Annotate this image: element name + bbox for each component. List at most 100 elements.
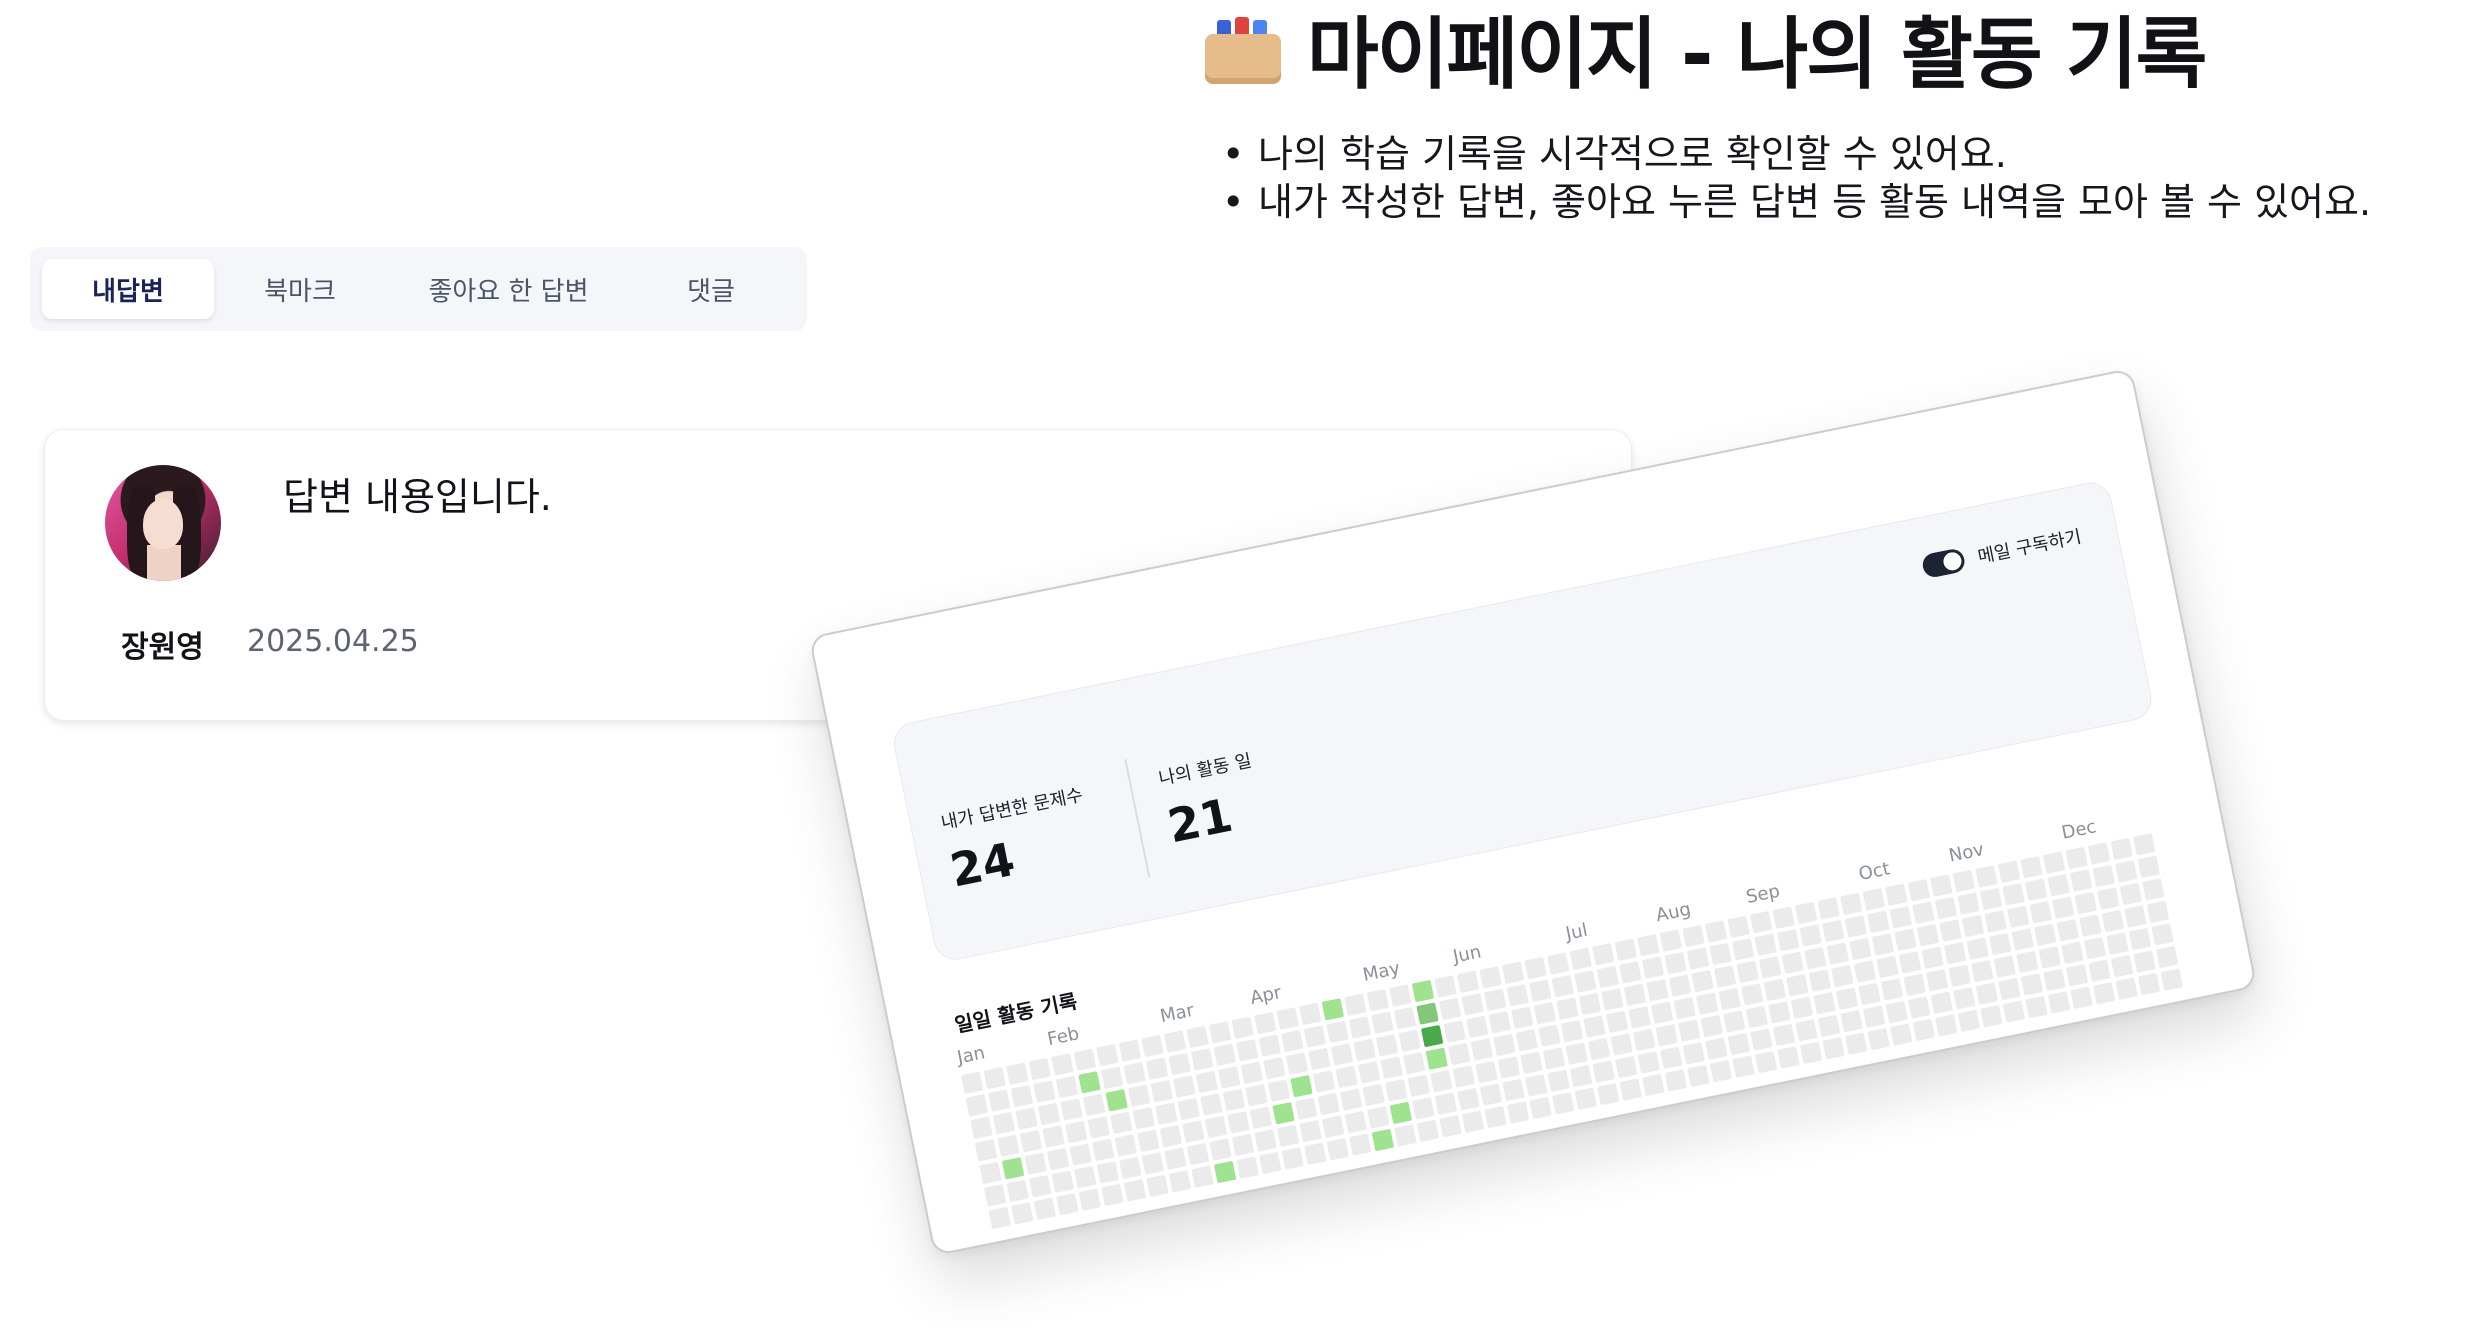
- heatmap-day-cell: [1394, 1124, 1417, 1147]
- heatmap-day-cell: [1871, 933, 1895, 956]
- heatmap-day-cell: [1231, 1133, 1255, 1157]
- heatmap-day-cell: [1705, 1037, 1728, 1060]
- heatmap-day-cell: [1231, 1016, 1254, 1039]
- heatmap-day-cell: [1366, 988, 1390, 1012]
- heatmap-day-cell: [1885, 883, 1908, 906]
- mail-subscribe-toggle[interactable]: 메일 구독하기: [1920, 522, 2083, 580]
- heatmap-day-cell: [1547, 1069, 1570, 1092]
- heatmap-day-cell: [1907, 878, 1931, 902]
- heatmap-day-cell: [1276, 1007, 1299, 1030]
- heatmap-day-cell: [1416, 1002, 1439, 1025]
- heatmap-day-cell: [1515, 1029, 1539, 1052]
- heatmap-day-cell: [1988, 932, 2012, 956]
- tab-bookmarks[interactable]: 북마크: [214, 259, 386, 319]
- heatmap-day-cell: [997, 1134, 1020, 1157]
- heatmap-day-cell: [1006, 1179, 1029, 1203]
- heatmap-day-cell: [1953, 987, 1976, 1010]
- heatmap-day-cell: [1998, 977, 2021, 1001]
- heatmap-day-cell: [2128, 927, 2152, 951]
- heatmap-day-cell: [1348, 1016, 1372, 1039]
- heatmap-day-cell: [1984, 910, 2007, 933]
- month-label: Oct: [1856, 858, 1892, 886]
- heatmap-day-cell: [1750, 1028, 1773, 1051]
- heatmap-day-cell: [2124, 905, 2147, 928]
- heatmap-day-cell: [2119, 882, 2143, 906]
- subscribe-label: 메일 구독하기: [1976, 526, 2084, 568]
- heatmap-day-cell: [1024, 1152, 1047, 1175]
- heatmap-day-cell: [1100, 1066, 1124, 1089]
- heatmap-day-cell: [1524, 1074, 1548, 1097]
- heatmap-day-cell: [2079, 914, 2102, 937]
- heatmap-day-cell: [1190, 1048, 1214, 1071]
- heatmap-day-cell: [1227, 1111, 1250, 1134]
- heatmap-day-cell: [1727, 915, 1750, 939]
- heatmap-day-cell: [1628, 1006, 1651, 1029]
- description-list: • 나의 학습 기록을 시각적으로 확인할 수 있어요. • 내가 작성한 답변…: [1222, 130, 2371, 226]
- toggle-switch[interactable]: [1920, 547, 1967, 580]
- month-label: Jul: [1563, 919, 1590, 945]
- tab-my-answers[interactable]: 내답변: [42, 259, 214, 319]
- heatmap-day-cell: [1466, 1015, 1489, 1039]
- heatmap-day-cell: [1646, 979, 1669, 1002]
- heatmap-day-cell: [970, 1116, 993, 1140]
- heatmap-day-cell: [1957, 1009, 1981, 1032]
- heatmap-day-cell: [1299, 1120, 1322, 1143]
- heatmap-day-cell: [2038, 946, 2062, 969]
- heatmap-day-cell: [1155, 1102, 1178, 1125]
- heatmap-day-cell: [1930, 874, 1953, 897]
- heatmap-day-cell: [2061, 941, 2084, 964]
- heatmap-day-cell: [1357, 1061, 1381, 1084]
- heatmap-day-cell: [2052, 896, 2075, 919]
- heatmap-day-cell: [1673, 996, 1696, 1020]
- heatmap-day-cell: [1799, 1041, 1823, 1065]
- heatmap-day-cell: [1402, 1052, 1426, 1075]
- heatmap-day-cell: [1835, 987, 1859, 1010]
- heatmap-day-cell: [1218, 1066, 1241, 1089]
- heatmap-day-cell: [1434, 975, 1457, 998]
- heatmap-day-cell: [2092, 864, 2115, 888]
- heatmap-day-cell: [1583, 1015, 1606, 1038]
- heatmap-day-cell: [1006, 1062, 1029, 1085]
- heatmap-day-cell: [1254, 1011, 1277, 1035]
- heatmap-day-cell: [1096, 1044, 1119, 1067]
- heatmap-day-cell: [1452, 1065, 1476, 1088]
- heatmap-day-cell: [1182, 1120, 1205, 1143]
- heatmap-day-cell: [2065, 846, 2088, 870]
- heatmap-day-cell: [1686, 947, 1710, 970]
- tab-liked-answers[interactable]: 좋아요 한 답변: [386, 259, 631, 319]
- heatmap-day-cell: [1475, 1060, 1498, 1084]
- heatmap-day-cell: [1745, 1005, 1769, 1029]
- heatmap-day-cell: [1322, 1115, 1345, 1138]
- heatmap-day-cell: [1371, 1128, 1395, 1152]
- heatmap-day-cell: [1461, 1110, 1485, 1133]
- heatmap-day-cell: [1344, 993, 1367, 1016]
- heatmap-day-cell: [1533, 1001, 1557, 1025]
- heatmap-day-cell: [1511, 1006, 1534, 1029]
- heatmap-day-cell: [1605, 1010, 1629, 1034]
- heatmap-day-cell: [1488, 1011, 1511, 1034]
- heatmap-day-cell: [1425, 1047, 1448, 1070]
- heatmap-day-cell: [1943, 941, 1967, 965]
- heatmap-day-cell: [1299, 1002, 1322, 1026]
- heatmap-day-cell: [1303, 1025, 1327, 1048]
- heatmap-day-cell: [1064, 1120, 1088, 1144]
- heatmap-day-cell: [1704, 920, 1728, 943]
- heatmap-day-cell: [1700, 1014, 1723, 1038]
- heatmap-day-cell: [1483, 988, 1507, 1012]
- heatmap-day-cell: [1118, 1039, 1142, 1062]
- heatmap-day-cell: [1371, 1011, 1394, 1034]
- heatmap-day-cell: [1695, 992, 1719, 1015]
- heatmap-day-cell: [1033, 1080, 1056, 1103]
- heatmap-day-cell: [1186, 1025, 1209, 1049]
- heatmap-day-cell: [1971, 959, 1994, 983]
- heatmap-day-cell: [1258, 1034, 1282, 1057]
- heatmap-day-cell: [1632, 1028, 1656, 1052]
- heatmap-day-cell: [1506, 1101, 1530, 1124]
- heatmap-day-cell: [1885, 1000, 1908, 1024]
- heatmap-day-cell: [1682, 1042, 1706, 1065]
- heatmap-day-cell: [1980, 1005, 2003, 1028]
- heatmap-day-cell: [1862, 1005, 1886, 1028]
- heatmap-day-cell: [1186, 1142, 1210, 1166]
- heatmap-day-cell: [2047, 873, 2070, 897]
- tab-comments[interactable]: 댓글: [631, 259, 791, 319]
